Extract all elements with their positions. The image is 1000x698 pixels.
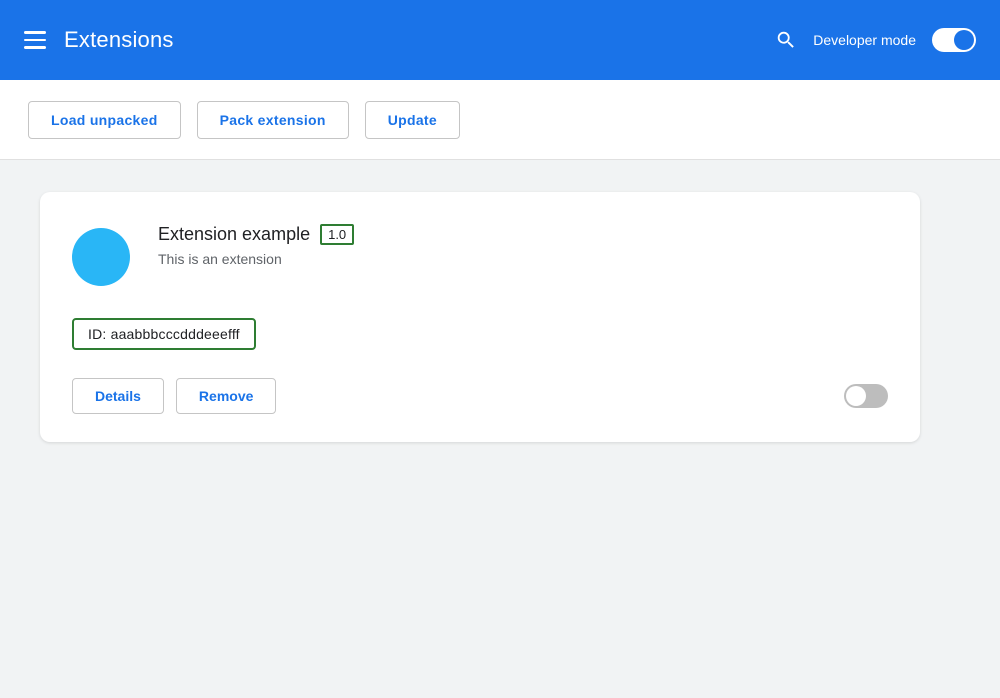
toolbar: Load unpacked Pack extension Update: [0, 80, 1000, 160]
header-left: Extensions: [24, 27, 174, 53]
extension-id-badge: ID: aaabbbcccdddeeefff: [72, 318, 256, 350]
remove-button[interactable]: Remove: [176, 378, 276, 414]
card-top: Extension example 1.0 This is an extensi…: [72, 224, 888, 286]
extension-version-badge: 1.0: [320, 224, 354, 245]
load-unpacked-button[interactable]: Load unpacked: [28, 101, 181, 139]
extension-toggle-knob: [846, 386, 866, 406]
extension-name-row: Extension example 1.0: [158, 224, 888, 245]
main-content: Extension example 1.0 This is an extensi…: [0, 160, 1000, 698]
developer-mode-label: Developer mode: [813, 32, 916, 48]
pack-extension-button[interactable]: Pack extension: [197, 101, 349, 139]
extension-card: Extension example 1.0 This is an extensi…: [40, 192, 920, 442]
extension-enable-toggle[interactable]: [844, 384, 888, 408]
extension-icon: [72, 228, 130, 286]
extension-name: Extension example: [158, 224, 310, 245]
header: Extensions Developer mode: [0, 0, 1000, 80]
card-bottom: Details Remove: [72, 378, 888, 414]
search-icon[interactable]: [775, 29, 797, 51]
toggle-knob: [954, 30, 974, 50]
update-button[interactable]: Update: [365, 101, 460, 139]
page-title: Extensions: [64, 27, 174, 53]
details-button[interactable]: Details: [72, 378, 164, 414]
developer-mode-toggle[interactable]: [932, 28, 976, 52]
card-actions: Details Remove: [72, 378, 276, 414]
menu-icon[interactable]: [24, 31, 46, 49]
extension-id-row: ID: aaabbbcccdddeeefff: [72, 318, 888, 350]
header-right: Developer mode: [775, 28, 976, 52]
extension-description: This is an extension: [158, 251, 888, 267]
extension-info: Extension example 1.0 This is an extensi…: [158, 224, 888, 267]
